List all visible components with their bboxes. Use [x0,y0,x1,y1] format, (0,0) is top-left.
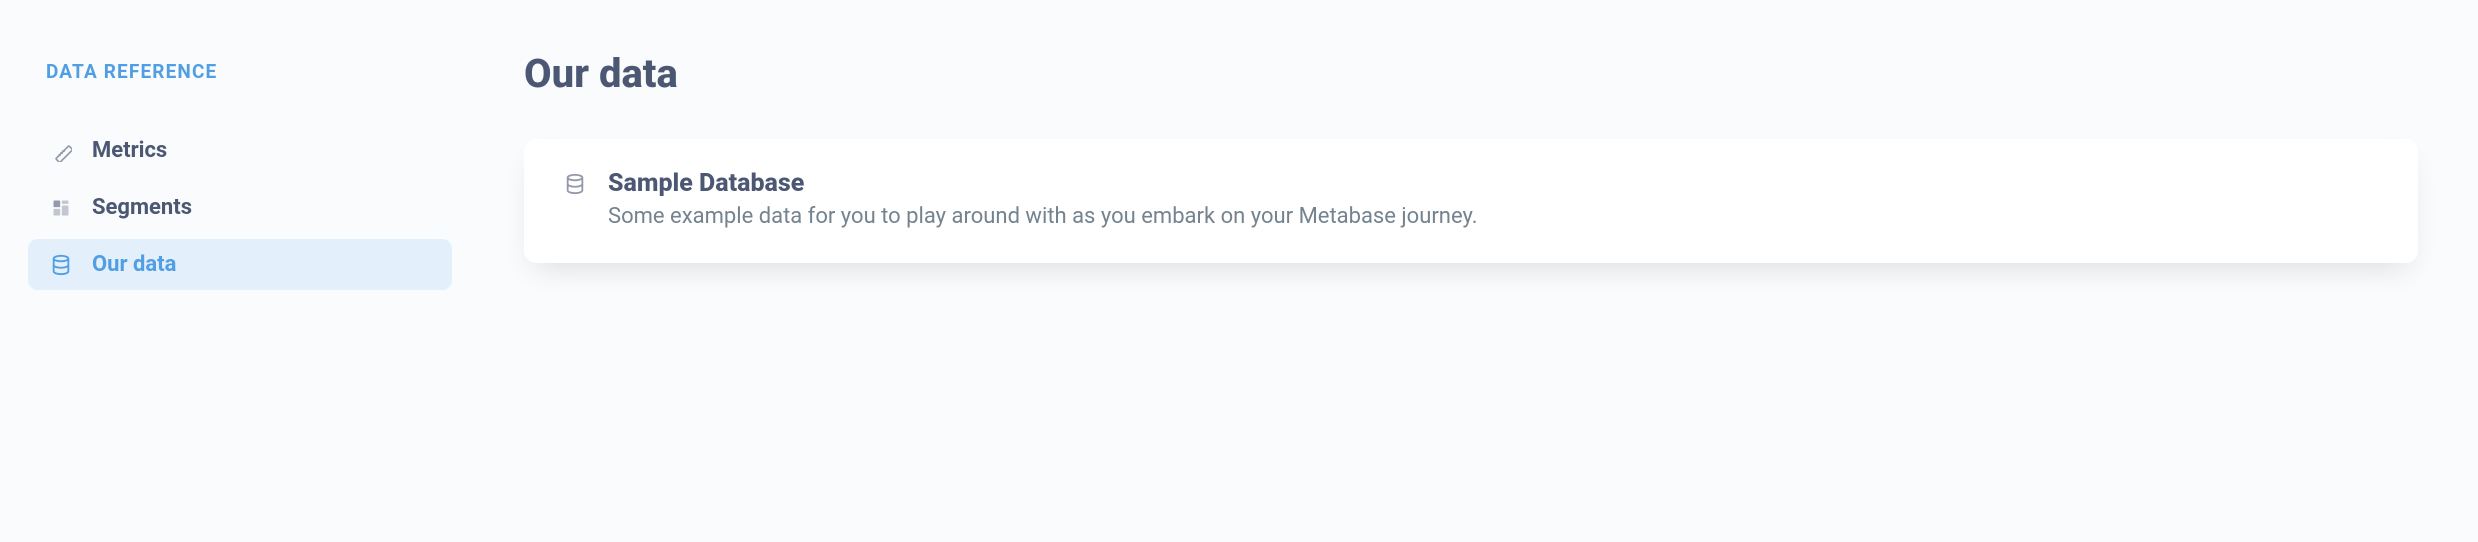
database-icon [564,173,586,195]
sidebar-item-label: Metrics [92,138,167,163]
sidebar-item-label: Segments [92,195,192,220]
sidebar-item-metrics[interactable]: Metrics [28,125,452,176]
database-card-description: Some example data for you to play around… [608,204,1478,229]
page-title: Our data [524,50,2418,97]
main-content: Our data Sample Database Some example da… [480,0,2478,542]
sidebar-item-label: Our data [92,252,176,277]
sidebar: DATA REFERENCE Metrics [0,0,480,542]
database-card-body: Sample Database Some example data for yo… [608,169,1478,229]
ruler-icon [50,140,72,162]
sidebar-item-segments[interactable]: Segments [28,182,452,233]
sidebar-nav: Metrics Segments [28,125,452,290]
database-card[interactable]: Sample Database Some example data for yo… [524,139,2418,263]
sidebar-title: DATA REFERENCE [46,60,452,83]
segments-icon [50,197,72,219]
database-card-title: Sample Database [608,169,1478,198]
database-icon [50,254,72,276]
sidebar-item-our-data[interactable]: Our data [28,239,452,290]
